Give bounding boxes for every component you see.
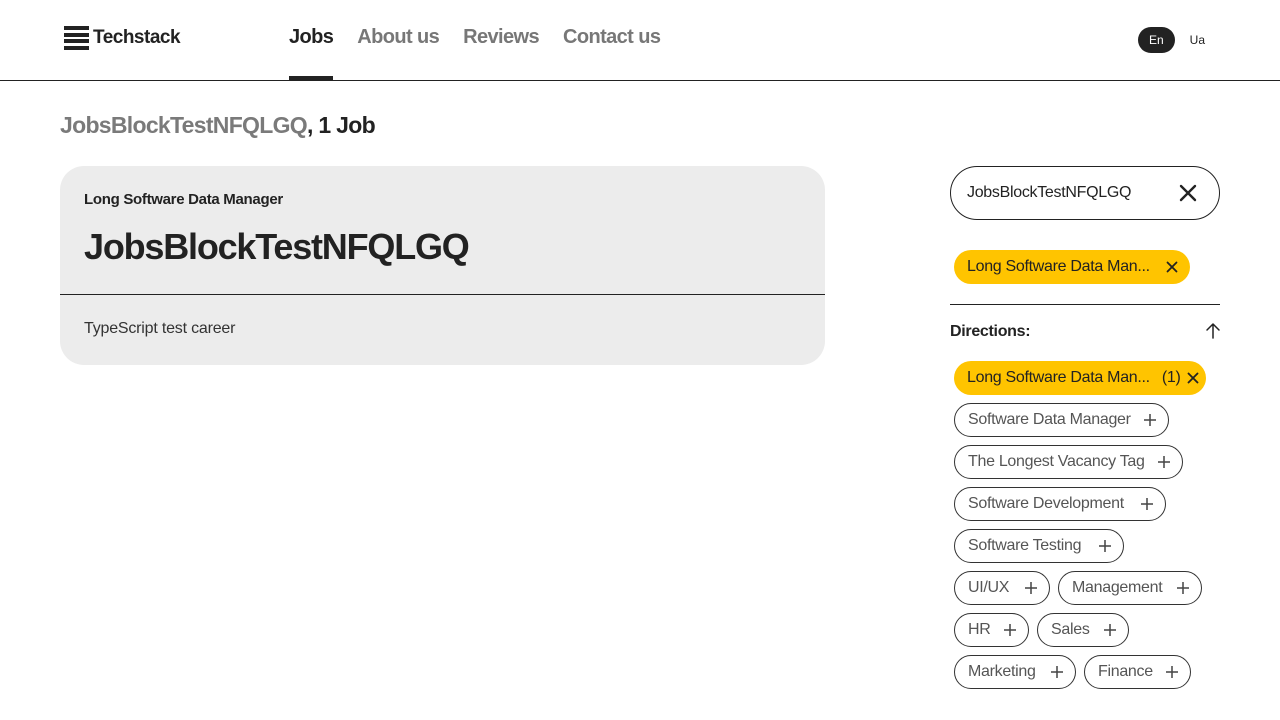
direction-chip-label: Software Data Manager bbox=[968, 411, 1131, 428]
logo[interactable]: Techstack bbox=[64, 26, 181, 50]
direction-chip-software-data-manager[interactable]: Software Data Manager bbox=[954, 403, 1169, 437]
direction-chip-label: Software Development bbox=[968, 495, 1124, 512]
direction-chip-label: Finance bbox=[1098, 663, 1153, 680]
direction-chip-management[interactable]: Management bbox=[1058, 571, 1202, 605]
direction-chip-selected[interactable]: Long Software Data Man... (1) bbox=[954, 361, 1206, 395]
nav-about-us[interactable]: About us bbox=[357, 0, 439, 80]
nav-contact-us[interactable]: Contact us bbox=[563, 0, 661, 80]
plus-icon bbox=[1175, 580, 1191, 596]
results-heading: JobsBlockTestNFQLGQ, 1 Job bbox=[60, 112, 376, 139]
nav-jobs[interactable]: Jobs bbox=[289, 0, 334, 80]
direction-chip-finance[interactable]: Finance bbox=[1084, 655, 1191, 689]
direction-chip-label: Marketing bbox=[968, 663, 1036, 680]
direction-chip-count: (1) bbox=[1161, 369, 1181, 386]
plus-icon bbox=[1142, 412, 1158, 428]
direction-chip-label: HR bbox=[968, 621, 991, 638]
plus-icon bbox=[1139, 496, 1155, 512]
job-card-tag: Long Software Data Manager bbox=[84, 191, 283, 208]
direction-chip-software-testing[interactable]: Software Testing bbox=[954, 529, 1124, 563]
direction-chip-label: Management bbox=[1072, 579, 1163, 596]
direction-chip-sales[interactable]: Sales bbox=[1037, 613, 1129, 647]
direction-chip-hr[interactable]: HR bbox=[954, 613, 1029, 647]
search-box bbox=[950, 166, 1220, 220]
job-card-title: JobsBlockTestNFQLGQ bbox=[84, 226, 470, 267]
direction-chip-label: Software Testing bbox=[968, 537, 1082, 554]
job-card-divider bbox=[60, 294, 825, 295]
job-card[interactable]: Long Software Data Manager JobsBlockTest… bbox=[60, 166, 825, 365]
language-switcher: En Ua bbox=[1137, 27, 1216, 53]
directions-label: Directions: bbox=[950, 323, 1031, 340]
direction-chip-ui-ux[interactable]: UI/UX bbox=[954, 571, 1050, 605]
direction-chip-marketing[interactable]: Marketing bbox=[954, 655, 1076, 689]
plus-icon bbox=[1164, 664, 1180, 680]
logo-icon bbox=[64, 26, 89, 50]
direction-chip-label: The Longest Vacancy Tag bbox=[968, 453, 1145, 470]
direction-chip-software-development[interactable]: Software Development bbox=[954, 487, 1166, 521]
site-header: Techstack Jobs About us Reviews Contact … bbox=[0, 0, 1280, 81]
direction-chip-longest-vacancy-tag[interactable]: The Longest Vacancy Tag bbox=[954, 445, 1183, 479]
plus-icon bbox=[1049, 664, 1065, 680]
plus-icon bbox=[1156, 454, 1172, 470]
logo-text: Techstack bbox=[93, 27, 181, 48]
plus-icon bbox=[1023, 580, 1039, 596]
active-filter-label: Long Software Data Man... bbox=[967, 258, 1150, 275]
results-count: , 1 Job bbox=[306, 112, 376, 138]
direction-chip-label: Long Software Data Man... bbox=[967, 369, 1150, 386]
direction-chip-label: Sales bbox=[1051, 621, 1090, 638]
plus-icon bbox=[1002, 622, 1018, 638]
lang-ua-button[interactable]: Ua bbox=[1179, 27, 1216, 53]
job-card-description: TypeScript test career bbox=[84, 320, 236, 337]
direction-chip-label: UI/UX bbox=[968, 579, 1010, 596]
close-icon[interactable] bbox=[1179, 184, 1197, 202]
results-query: JobsBlockTestNFQLGQ bbox=[60, 112, 308, 138]
plus-icon bbox=[1097, 538, 1113, 554]
sidebar-divider bbox=[950, 304, 1220, 305]
main-nav: Jobs About us Reviews Contact us bbox=[289, 0, 661, 80]
search-input[interactable] bbox=[967, 167, 1167, 219]
arrow-up-icon[interactable] bbox=[1204, 322, 1222, 340]
plus-icon bbox=[1102, 622, 1118, 638]
remove-direction-icon[interactable] bbox=[1187, 370, 1199, 386]
lang-en-button[interactable]: En bbox=[1137, 27, 1175, 53]
remove-filter-icon[interactable] bbox=[1164, 259, 1180, 275]
active-filter-chip[interactable]: Long Software Data Man... bbox=[954, 250, 1190, 284]
nav-reviews[interactable]: Reviews bbox=[463, 0, 539, 80]
